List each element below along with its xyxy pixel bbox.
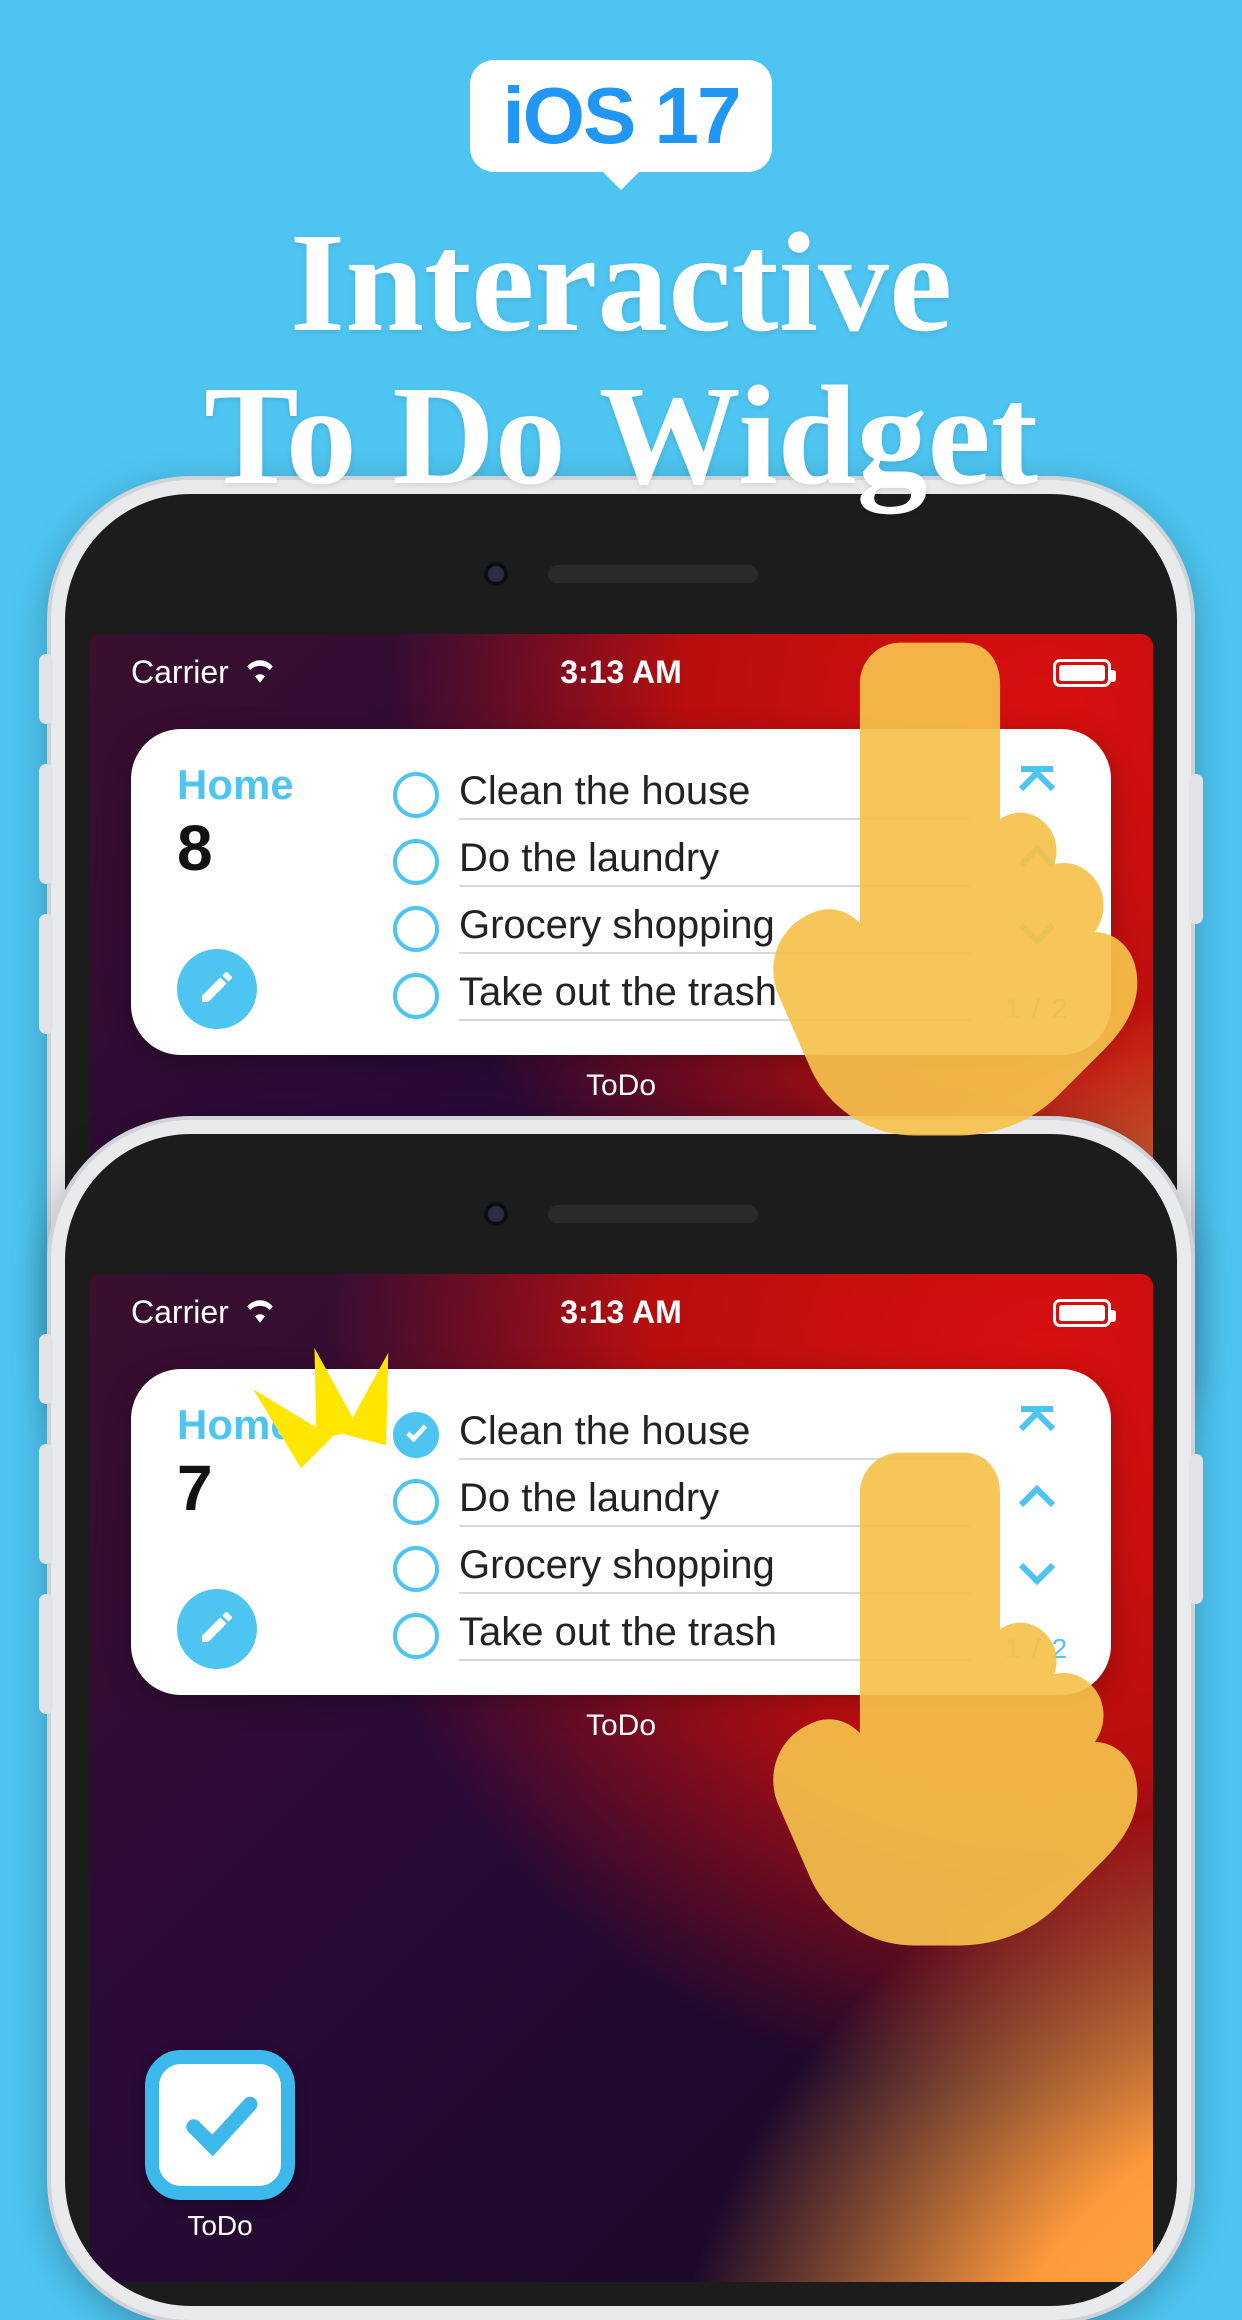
task-row: Do the laundry (393, 828, 971, 895)
speaker-icon (548, 1205, 758, 1223)
todo-widget[interactable]: Home 8 Clean the house Do (131, 729, 1111, 1055)
headline: Interactive To Do Widget (204, 206, 1038, 513)
task-label[interactable]: Grocery shopping (459, 903, 971, 954)
edit-button[interactable] (177, 1589, 257, 1669)
page-indicator: 1 / 2 (1005, 993, 1069, 1025)
speaker-icon (548, 565, 758, 583)
page-first-button[interactable] (1013, 765, 1061, 802)
task-checkbox[interactable] (393, 839, 439, 885)
task-label[interactable]: Grocery shopping (459, 1543, 971, 1594)
checkmark-icon (402, 1418, 430, 1451)
wifi-icon (243, 1294, 277, 1331)
task-label[interactable]: Do the laundry (459, 1476, 971, 1527)
task-label[interactable]: Do the laundry (459, 836, 971, 887)
status-time: 3:13 AM (458, 1294, 785, 1331)
phone-screen: Carrier 3:13 AM Home 7 (89, 1274, 1153, 2282)
battery-icon (1053, 1299, 1111, 1327)
task-checkbox[interactable] (393, 906, 439, 952)
page-first-button[interactable] (1013, 1405, 1061, 1442)
task-label[interactable]: Take out the trash (459, 970, 971, 1021)
page-down-button[interactable] (1013, 1557, 1061, 1594)
task-checkbox[interactable] (393, 1479, 439, 1525)
task-label[interactable]: Take out the trash (459, 1610, 971, 1661)
phone-notch (65, 494, 1177, 654)
page-up-button[interactable] (1013, 841, 1061, 878)
edit-button[interactable] (177, 949, 257, 1029)
remaining-count: 7 (177, 1451, 367, 1525)
battery-icon (1053, 659, 1111, 687)
widget-app-label: ToDo (89, 1709, 1153, 1743)
page-indicator: 1 / 2 (1005, 1633, 1069, 1665)
task-checkbox[interactable] (393, 1546, 439, 1592)
task-row: Take out the trash (393, 962, 971, 1029)
task-label[interactable]: Clean the house (459, 1409, 971, 1460)
pencil-icon (197, 1607, 237, 1652)
wifi-icon (243, 654, 277, 691)
task-row: Do the laundry (393, 1468, 971, 1535)
pencil-icon (197, 967, 237, 1012)
page-up-button[interactable] (1013, 1481, 1061, 1518)
headline-line-2: To Do Widget (204, 359, 1038, 512)
status-bar: Carrier 3:13 AM (89, 1274, 1153, 1339)
status-bar: Carrier 3:13 AM (89, 634, 1153, 699)
task-checkbox[interactable] (393, 973, 439, 1019)
app-icon[interactable]: ToDo (145, 2050, 295, 2242)
checkmark-icon (175, 2078, 265, 2173)
status-time: 3:13 AM (458, 654, 785, 691)
task-row: Take out the trash (393, 1602, 971, 1669)
task-row: Grocery shopping (393, 895, 971, 962)
headline-line-1: Interactive (204, 206, 1038, 359)
task-label[interactable]: Clean the house (459, 769, 971, 820)
task-checkbox[interactable] (393, 1613, 439, 1659)
ios-version-badge: iOS 17 (470, 60, 771, 172)
list-name[interactable]: Home (177, 761, 367, 809)
task-row: Grocery shopping (393, 1535, 971, 1602)
task-list: Clean the house Do the laundry Grocery s… (393, 1401, 971, 1669)
front-camera-icon (484, 562, 508, 586)
page-down-button[interactable] (1013, 917, 1061, 954)
app-icon-label: ToDo (145, 2210, 295, 2242)
phone-notch (65, 1134, 1177, 1294)
hero: iOS 17 Interactive To Do Widget (0, 60, 1242, 513)
widget-app-label: ToDo (89, 1069, 1153, 1103)
task-row: Clean the house (393, 761, 971, 828)
carrier-label: Carrier (131, 654, 229, 691)
task-checkbox-checked[interactable] (393, 1412, 439, 1458)
task-list: Clean the house Do the laundry Grocery s… (393, 761, 971, 1029)
task-row: Clean the house (393, 1401, 971, 1468)
remaining-count: 8 (177, 811, 367, 885)
phone-mockup-after: Carrier 3:13 AM Home 7 (51, 1120, 1191, 2320)
task-checkbox[interactable] (393, 772, 439, 818)
carrier-label: Carrier (131, 1294, 229, 1331)
front-camera-icon (484, 1202, 508, 1226)
